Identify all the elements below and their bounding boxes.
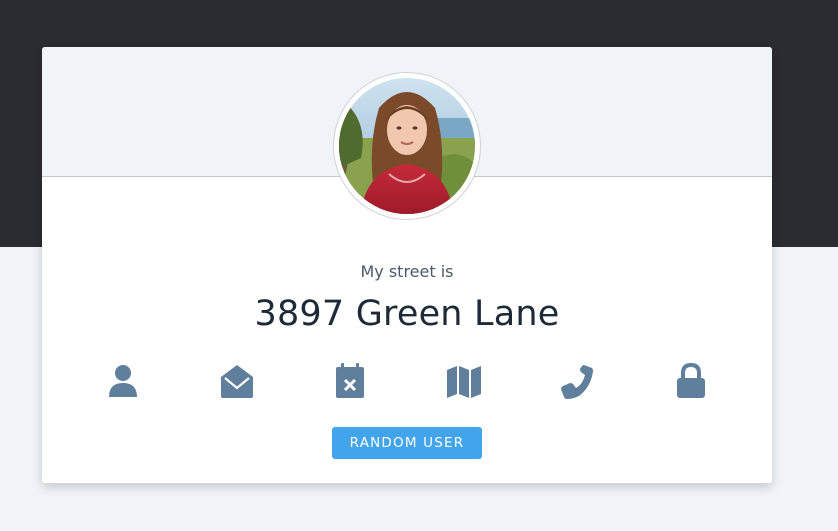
lock-icon[interactable] bbox=[671, 361, 711, 401]
user-icon[interactable] bbox=[103, 361, 143, 401]
random-user-button[interactable]: RANDOM USER bbox=[332, 427, 482, 459]
phone-icon[interactable] bbox=[557, 361, 597, 401]
field-label: My street is bbox=[360, 262, 454, 281]
avatar bbox=[333, 72, 481, 220]
profile-photo bbox=[339, 78, 475, 214]
envelope-open-icon[interactable] bbox=[217, 361, 257, 401]
calendar-times-icon[interactable] bbox=[330, 361, 370, 401]
map-icon[interactable] bbox=[444, 361, 484, 401]
info-icon-bar bbox=[42, 361, 772, 401]
field-value: 3897 Green Lane bbox=[254, 294, 560, 334]
user-card: My street is 3897 Green Lane RANDOM USER bbox=[42, 47, 772, 483]
